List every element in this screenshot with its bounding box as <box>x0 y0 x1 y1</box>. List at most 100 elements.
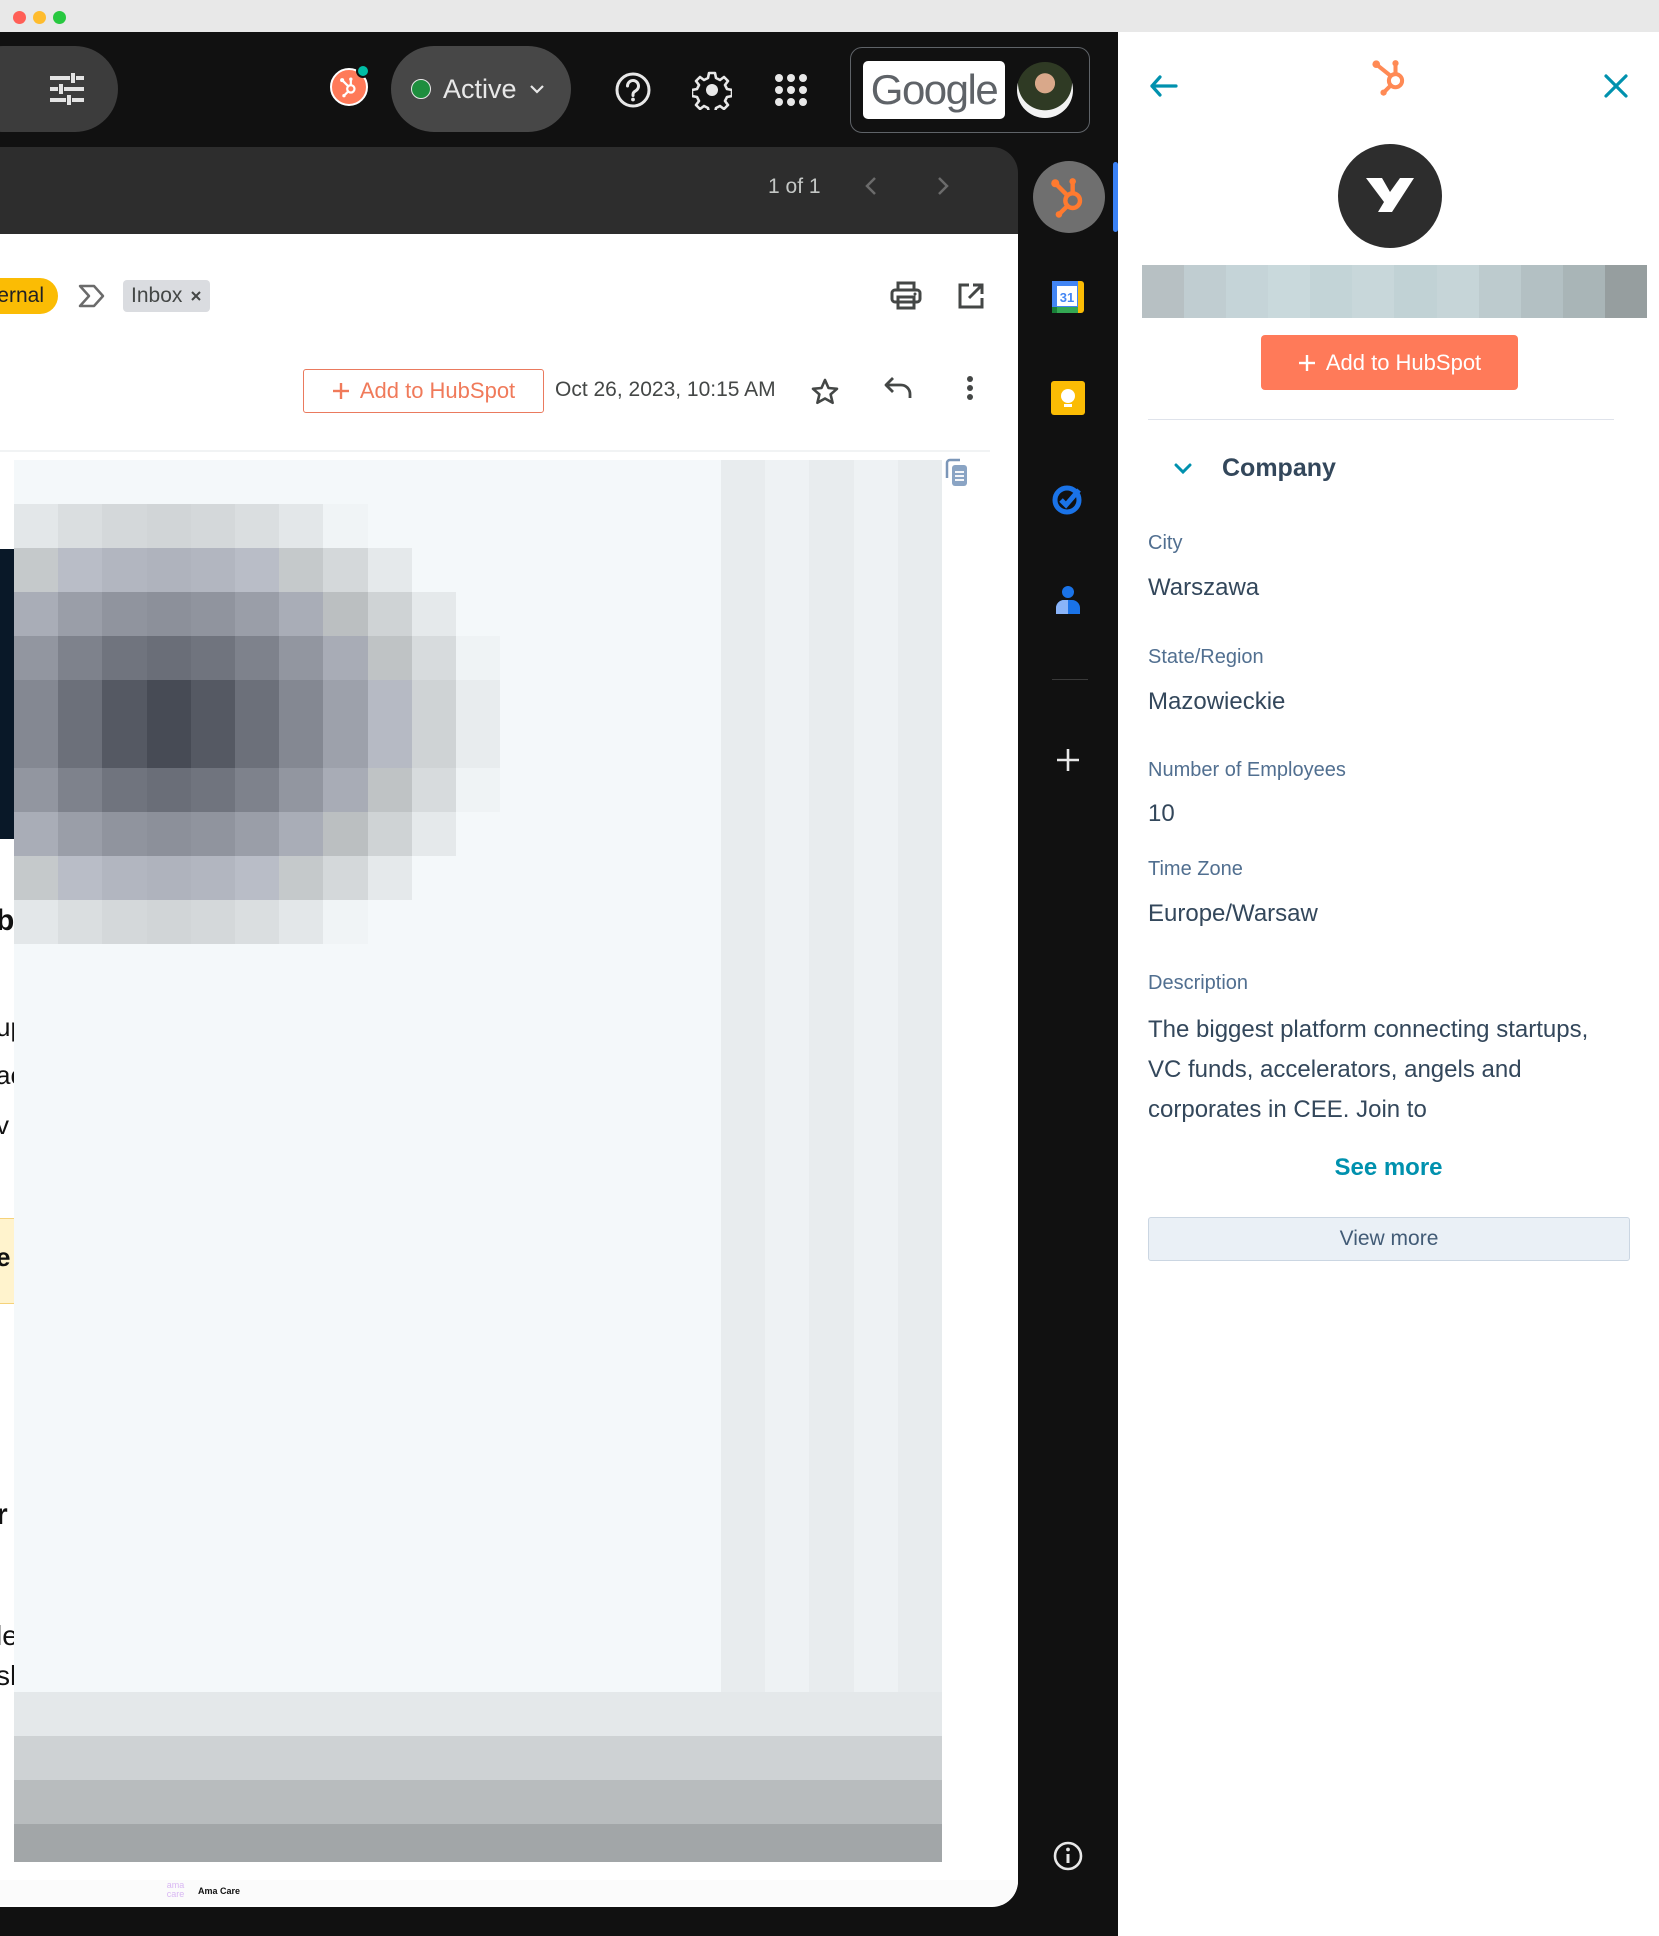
redaction-cell <box>632 680 677 724</box>
redaction-cell <box>14 724 59 768</box>
rail-app-hubspot[interactable] <box>1033 161 1105 233</box>
redaction-cell <box>279 988 324 1032</box>
redaction-cell <box>323 1824 368 1862</box>
redaction-cell <box>897 1472 942 1516</box>
open-in-new-window-button[interactable] <box>951 276 991 316</box>
property-value-employees[interactable]: 10 <box>1148 800 1175 828</box>
redaction-cell <box>632 1032 677 1076</box>
tasks-icon <box>1052 485 1082 515</box>
side-panel-info-button[interactable] <box>1048 1836 1088 1876</box>
redaction-cell <box>146 1692 191 1736</box>
redaction-cell <box>765 1428 810 1472</box>
redaction-cell <box>14 1032 59 1076</box>
redaction-cell <box>58 460 103 504</box>
redaction-row <box>14 944 942 988</box>
redaction-cell <box>367 856 412 900</box>
get-add-ons-button[interactable] <box>1048 740 1088 780</box>
inbox-label-chip[interactable]: Inbox <box>123 280 211 312</box>
reply-button[interactable] <box>878 368 918 408</box>
redaction-cell <box>500 988 545 1032</box>
add-to-hubspot-label: Add to HubSpot <box>1325 349 1482 375</box>
window-close-button[interactable] <box>13 11 26 24</box>
settings-button[interactable] <box>688 66 736 114</box>
redaction-cell <box>323 900 368 944</box>
redaction-cell <box>500 504 545 548</box>
rail-app-calendar[interactable]: 31 <box>1048 277 1088 317</box>
google-apps-button[interactable] <box>767 66 815 114</box>
redaction-cell <box>146 1516 191 1560</box>
rail-app-contacts[interactable] <box>1048 580 1088 620</box>
redaction-cell <box>190 768 235 812</box>
redaction-cell <box>146 724 191 768</box>
rail-app-tasks[interactable] <box>1048 479 1088 519</box>
redaction-cell <box>721 1296 766 1340</box>
property-label-employees: Number of Employees <box>1148 759 1346 781</box>
redaction-cell <box>455 1076 501 1120</box>
add-to-hubspot-inline-button[interactable]: Add to HubSpot <box>303 369 544 413</box>
redaction-cell <box>721 1340 766 1384</box>
newer-button[interactable] <box>928 171 958 201</box>
redaction-cell <box>500 1164 545 1208</box>
redaction-cell <box>765 1340 810 1384</box>
redaction-cell <box>279 724 324 768</box>
see-more-link[interactable]: See more <box>1118 1154 1659 1182</box>
attachment-copy-button[interactable] <box>944 458 970 493</box>
redaction-cell <box>279 1120 324 1164</box>
redaction-cell <box>588 1560 633 1604</box>
label-chip[interactable]: ernal <box>0 278 58 314</box>
property-value-state[interactable]: Mazowieckie <box>1148 688 1285 716</box>
star-button[interactable] <box>805 372 845 412</box>
window-zoom-button[interactable] <box>53 11 66 24</box>
redaction-cell <box>897 900 942 944</box>
redaction-cell <box>146 1736 191 1780</box>
redaction-cell <box>14 1120 59 1164</box>
view-more-button[interactable]: View more <box>1148 1217 1630 1261</box>
redaction-cell <box>234 1692 280 1736</box>
add-to-hubspot-button[interactable]: Add to HubSpot <box>1261 335 1518 390</box>
redaction-cell <box>632 636 677 680</box>
redaction-cell <box>588 548 633 592</box>
help-button[interactable] <box>609 66 657 114</box>
redaction-cell <box>323 1472 368 1516</box>
google-account-button[interactable]: Google <box>850 47 1090 133</box>
apps-grid-icon <box>775 74 807 106</box>
redaction-cell <box>632 812 677 856</box>
property-value-description[interactable]: The biggest platform connecting startups… <box>1148 1010 1618 1130</box>
print-all-button[interactable] <box>886 276 926 316</box>
redaction-cell <box>367 592 412 636</box>
redaction-cell <box>897 1076 942 1120</box>
redaction-cell <box>544 1032 589 1076</box>
redaction-cell <box>367 1516 412 1560</box>
redaction-cell <box>367 1076 412 1120</box>
redaction-cell <box>632 1648 677 1692</box>
rail-app-keep[interactable] <box>1048 378 1088 418</box>
property-value-city[interactable]: Warszawa <box>1148 574 1259 602</box>
redaction-cell <box>455 1516 501 1560</box>
company-section-toggle[interactable]: Company <box>1174 454 1336 483</box>
redaction-cell <box>897 1296 942 1340</box>
redaction-cell <box>146 636 191 680</box>
property-value-timezone[interactable]: Europe/Warsaw <box>1148 900 1318 928</box>
important-marker[interactable] <box>76 280 108 312</box>
redaction-cell <box>544 1736 589 1780</box>
redaction-cell <box>146 1164 191 1208</box>
redaction-cell <box>809 900 854 944</box>
redaction-cell <box>146 944 191 988</box>
redaction-cell <box>632 900 677 944</box>
redaction-cell <box>676 1648 721 1692</box>
status-dropdown[interactable]: Active <box>391 46 571 132</box>
back-button[interactable] <box>1144 66 1184 106</box>
older-button[interactable] <box>856 171 886 201</box>
window-minimize-button[interactable] <box>33 11 46 24</box>
more-options-button[interactable] <box>950 368 990 408</box>
redaction-cell <box>500 1692 545 1736</box>
close-panel-button[interactable] <box>1596 66 1636 106</box>
redaction-cell <box>58 1824 103 1862</box>
redaction-row <box>14 1736 942 1780</box>
redaction-cell <box>853 1472 898 1516</box>
gmail-top-bar: Active Google <box>0 32 1118 147</box>
remove-label-icon[interactable] <box>190 290 202 302</box>
search-options-button[interactable] <box>0 46 118 132</box>
notification-dot <box>356 64 370 78</box>
redaction-cell <box>146 988 191 1032</box>
